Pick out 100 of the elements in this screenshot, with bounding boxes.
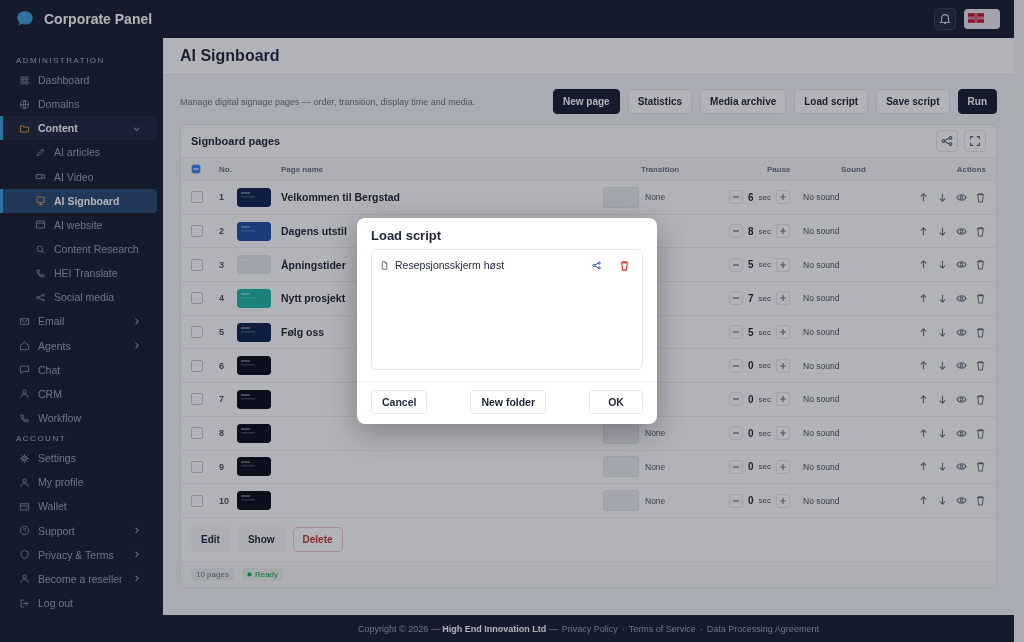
pause-value: 0 [748,461,754,473]
footer-link[interactable]: Privacy Policy [561,623,618,634]
row-number: 5 [219,327,225,338]
column-header: Sound [841,164,867,174]
sound-select[interactable]: No sound [803,495,906,506]
toolbar-button[interactable]: Save script [876,89,950,114]
pause-unit: sec [758,496,771,506]
dialog-button[interactable]: Cancel [371,390,428,414]
transition-select[interactable]: None [645,428,666,439]
column-header: Actions [955,164,986,174]
sidebar-item[interactable]: Agents [0,333,157,358]
sidebar-item[interactable]: AI articles [0,140,157,165]
sidebar-item[interactable]: Privacy & Terms [0,542,157,567]
pause-unit: sec [758,462,771,472]
pause-unit: sec [758,361,771,371]
column-header: Pause [767,164,792,174]
pause-value: 0 [748,427,754,439]
toolbar-button[interactable]: Run [957,89,997,114]
separator-dot: · [621,623,625,634]
sidebar-item[interactable]: Chat [0,357,157,382]
pause-value: 0 [748,393,754,405]
app-title: Corporate Panel [44,11,153,27]
sound-select[interactable]: No sound [803,327,906,338]
sound-select[interactable]: No sound [803,360,906,371]
pause-unit: sec [758,226,771,236]
pause-value: 8 [748,225,754,237]
sound-select[interactable]: No sound [803,192,906,203]
sidebar-item[interactable]: AI Signboard [0,188,157,213]
pause-value: 7 [748,292,754,304]
table-action-button[interactable]: Show [237,526,285,552]
row-number: 8 [219,428,225,439]
row-number: 1 [219,192,225,203]
toolbar-button[interactable]: Statistics [627,89,693,114]
sidebar-item[interactable]: Become a reseller [0,566,157,591]
toolbar-button[interactable]: New page [552,89,620,114]
sidebar-item[interactable]: My profile [0,470,157,495]
row-number: 9 [219,461,225,472]
copyright-text: Copyright © 2026 — High End Innovation Ltd — [358,623,558,634]
page-name: Dagens utstil [281,225,347,238]
sidebar-item[interactable]: Content Research [0,237,157,262]
row-number: 10 [219,495,230,506]
table-action-button[interactable]: Edit [191,526,230,552]
sidebar-item[interactable]: Dashboard [0,68,157,93]
column-header: Transition [641,164,681,174]
separator-dot: · [699,623,703,634]
sidebar-item[interactable]: AI Video [0,164,157,189]
pause-unit: sec [758,192,771,202]
row-number: 4 [219,293,225,304]
sound-select[interactable]: No sound [803,259,906,270]
transition-select[interactable]: None [645,495,666,506]
sound-select[interactable]: No sound [803,394,906,405]
sound-select[interactable]: No sound [803,428,906,439]
sidebar-item[interactable]: Workflow [0,405,157,431]
footer-link[interactable]: Terms of Service [628,623,696,634]
sidebar-section-heading: ADMINISTRATION [15,55,106,67]
row-number: 3 [219,259,225,270]
sidebar-item[interactable]: Content [0,116,157,141]
dialog-button[interactable]: OK [589,390,643,414]
row-number: 7 [219,394,225,405]
footer-link[interactable]: Data Processing Agreement [706,623,819,634]
sound-select[interactable]: No sound [803,226,906,237]
sidebar-item[interactable]: CRM [0,381,157,406]
column-header: No. [219,164,233,174]
pause-value: 0 [748,495,754,507]
page-description: Manage digital signage pages — order, transition, display time and media. [180,96,476,107]
page-count: 10 pages [191,567,234,581]
page-name: Nytt prosjekt [281,292,346,305]
sound-select[interactable]: No sound [803,293,906,304]
sidebar-section-heading: ACCOUNT [15,433,68,446]
sidebar-item[interactable]: Log out [0,590,157,616]
sidebar-item[interactable]: HEI Translate [0,261,157,286]
card-title: Signboard pages [191,135,281,147]
sidebar-item[interactable]: Wallet [0,494,157,519]
pause-unit: sec [758,293,771,303]
pause-unit: sec [758,260,771,270]
table-action-button[interactable]: Delete [292,526,343,552]
pause-unit: sec [758,394,771,404]
transition-select[interactable]: None [645,192,666,203]
transition-select[interactable]: None [645,461,666,472]
sound-select[interactable]: No sound [803,461,906,472]
page-name: Åpningstider [281,258,346,271]
page-name: Følg oss [281,326,325,339]
sidebar-item[interactable]: Settings [0,446,157,471]
sidebar-item[interactable]: Support [0,518,157,543]
dialog-title: Load script [370,227,443,245]
status-badge: Ready [241,567,284,581]
pause-unit: sec [758,428,771,438]
column-header: Page name [281,164,325,174]
sidebar-item[interactable]: Social media [0,285,157,310]
page-name: Velkommen til Bergstad [281,191,401,204]
toolbar-button[interactable]: Load script [794,89,869,114]
pause-value: 5 [748,259,754,271]
toolbar-button[interactable]: Media archive [700,89,787,114]
page-title: AI Signboard [180,47,280,65]
script-name[interactable]: Resepsjonsskjerm høst [395,259,578,271]
pause-value: 0 [748,360,754,372]
sidebar-item[interactable]: Email [0,309,157,334]
pause-unit: sec [758,327,771,337]
dialog-button[interactable]: New folder [470,390,547,414]
row-number: 6 [219,360,225,371]
